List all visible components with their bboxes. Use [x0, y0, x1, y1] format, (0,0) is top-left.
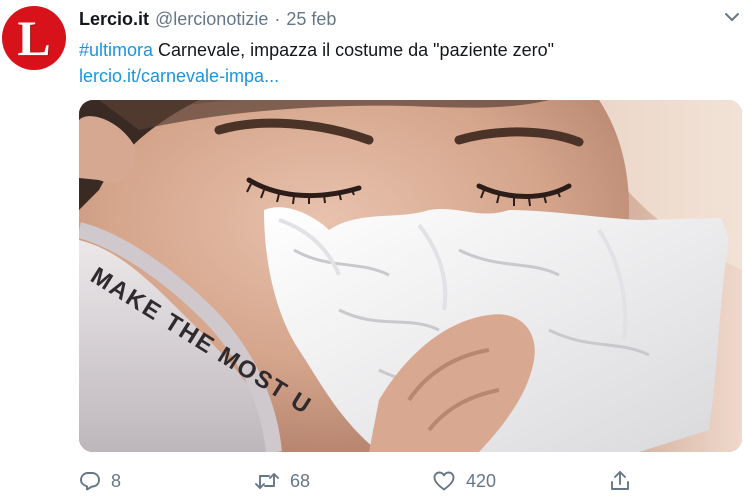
hashtag-link[interactable]: #ultimora — [79, 40, 153, 60]
article-link[interactable]: lercio.it/carnevale-impa... — [79, 64, 279, 88]
avatar-logo: L — [17, 10, 51, 66]
author-handle[interactable]: @lercionotizie — [155, 9, 268, 30]
avatar[interactable]: L — [2, 6, 66, 70]
tweet: L Lercio.it @lercionotizie · 25 feb #ult… — [0, 0, 750, 500]
share-icon — [611, 471, 629, 490]
reply-button[interactable]: 8 — [79, 466, 121, 496]
like-count: 420 — [466, 470, 497, 491]
heart-icon — [433, 471, 455, 491]
tweet-header: Lercio.it @lercionotizie · 25 feb — [79, 9, 336, 31]
retweet-button[interactable]: 68 — [254, 466, 310, 496]
like-button[interactable]: 420 — [432, 466, 496, 496]
share-button[interactable] — [609, 466, 631, 496]
reply-icon — [80, 472, 100, 491]
retweet-icon — [255, 473, 279, 489]
author-name[interactable]: Lercio.it — [79, 9, 149, 30]
reply-count: 8 — [111, 470, 122, 491]
tweet-date[interactable]: 25 feb — [286, 9, 336, 30]
chevron-down-icon — [725, 13, 739, 21]
boy-sneezing-photo: MAKE THE MOST U — [79, 100, 742, 452]
tweet-actions: 8 68 420 — [79, 466, 742, 496]
tweet-text: #ultimora Carnevale, impazza il costume … — [79, 38, 554, 62]
more-options-button[interactable] — [721, 8, 743, 26]
tweet-image[interactable]: MAKE THE MOST U — [79, 100, 742, 452]
tweet-body: Carnevale, impazza il costume da "pazien… — [158, 40, 555, 60]
separator: · — [274, 9, 281, 29]
retweet-count: 68 — [290, 470, 311, 491]
